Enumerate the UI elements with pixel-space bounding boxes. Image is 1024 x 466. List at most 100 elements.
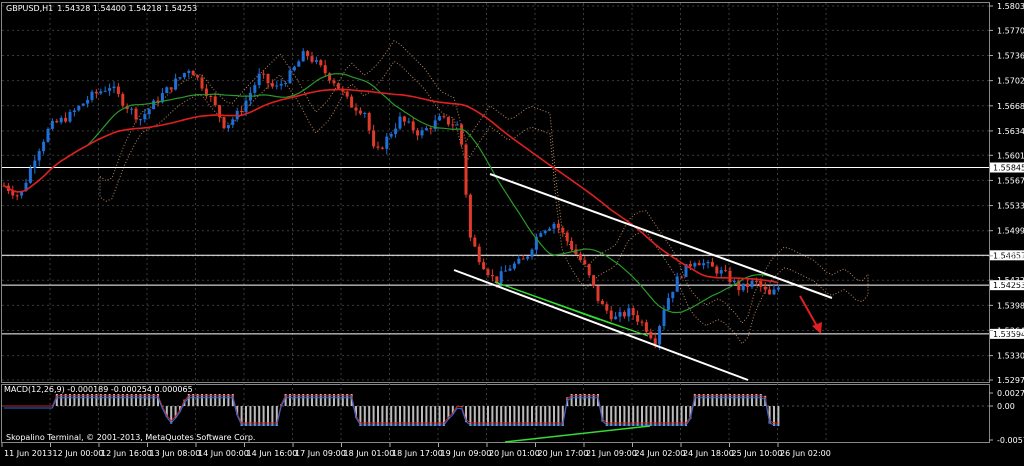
candle-body [614,316,618,320]
price-tick-label: 1.54650 [997,252,1024,261]
price-axis[interactable]: 1.58030 1.57700 1.57360 1.57020 1.56680 1.563… [989,2,1024,385]
trading-terminal: 1.558451.546571.542531.53594 0.00274 0.00… [0,0,1024,462]
candle-body [600,300,604,305]
candle-body [253,85,257,93]
symbol-name: GBPUSD,H1 [6,4,53,13]
candle-body [402,116,406,122]
candle-body [90,91,94,100]
candle-body [191,70,195,76]
candle-body [763,286,767,290]
ma-fast-line [3,73,779,314]
time-axis[interactable]: 11 Jun 2013 12 Jun 00:0012 Jun 16:0013 Ju… [1,443,831,458]
ma-slow-line [3,88,779,284]
candle-body [719,270,723,274]
price-tick-label: 1.57360 [997,52,1024,61]
candle-body [394,128,398,135]
candle-body [627,308,631,317]
candle-body [121,93,125,106]
candle-body [741,283,745,291]
candle-body [314,60,318,62]
horizontal-lines[interactable]: 1.558451.546571.542531.53594 [2,162,1024,339]
candle-body [55,120,59,123]
candle-body [622,312,626,317]
candle-body [759,281,763,287]
candle-body [363,112,367,114]
candle-body [112,86,116,89]
price-tick-label: 1.55670 [997,176,1024,185]
candle-body [605,304,609,311]
candle-body [543,230,547,234]
moving-averages [3,73,779,314]
candle-body [42,141,46,152]
candle-body [59,117,63,123]
candle-body [182,72,186,78]
candle-body [662,309,666,327]
macd-divergence-line [504,425,651,443]
candle-body [583,260,587,265]
candle-body [187,70,191,73]
candle-body [380,147,384,149]
candle-body [464,144,468,195]
candle-body [640,321,644,323]
candle-body [438,116,442,121]
candle-body [666,298,670,310]
candle-body [460,124,464,145]
candle-body [490,274,494,277]
candle-body [517,258,521,264]
macd-tick-label: 0.00274 [997,389,1024,398]
candle-body [416,130,420,136]
candle-body [46,128,50,142]
candle-body [442,116,446,118]
candle-body [262,73,266,75]
candle-body [332,80,336,84]
candle-body [424,128,428,131]
candle-body [385,136,389,149]
candle-body [143,114,147,120]
price-chart[interactable]: 1.558451.546571.542531.53594 0.00274 0.00… [0,0,1024,462]
candle-body [552,223,556,229]
time-tick-label: 14 Jun 00:00 [198,449,249,458]
candle-body [486,269,490,275]
price-tick-label: 1.58030 [997,2,1024,11]
candle-body [561,227,565,233]
candle-body [732,280,736,283]
candle-body [33,160,37,168]
macd-tick-label: 0.00 [997,402,1015,411]
time-tick-label: 19 Jun 09:00 [441,449,492,458]
price-tick-label: 1.54320 [997,276,1024,285]
lower-trendline [453,269,749,381]
candle-body [724,270,728,272]
candle-body [675,276,679,292]
candle-body [174,78,178,90]
candle-body [350,96,354,108]
candle-body [477,246,481,263]
candle-body [169,87,173,90]
candle-body [693,263,697,267]
candle-body [592,275,596,286]
candle-body [570,240,574,250]
candle-body [266,73,270,84]
candle-body [147,109,151,115]
level-tag-label: 1.55845 [993,164,1024,173]
candle-body [728,270,732,283]
candle-body [323,65,327,74]
trend-annotations[interactable] [453,173,833,381]
macd-label: MACD(12,26,9) -0.000189 -0.000254 0.0000… [4,385,193,394]
candle-body [108,88,112,91]
candle-body [772,289,776,295]
candle-body [706,261,710,264]
divergence-line [494,281,649,337]
candle-body [556,223,560,228]
candle-body [116,86,120,94]
candle-body [697,263,701,266]
candle-body [499,271,503,283]
candle-body [86,99,90,104]
cloud-band [99,40,869,345]
candle-body [213,96,217,106]
candle-body [609,310,613,320]
candle-body [565,232,569,241]
candle-body [420,130,424,136]
candle-body [270,83,274,87]
candle-body [618,312,622,317]
candle-body [653,338,657,345]
